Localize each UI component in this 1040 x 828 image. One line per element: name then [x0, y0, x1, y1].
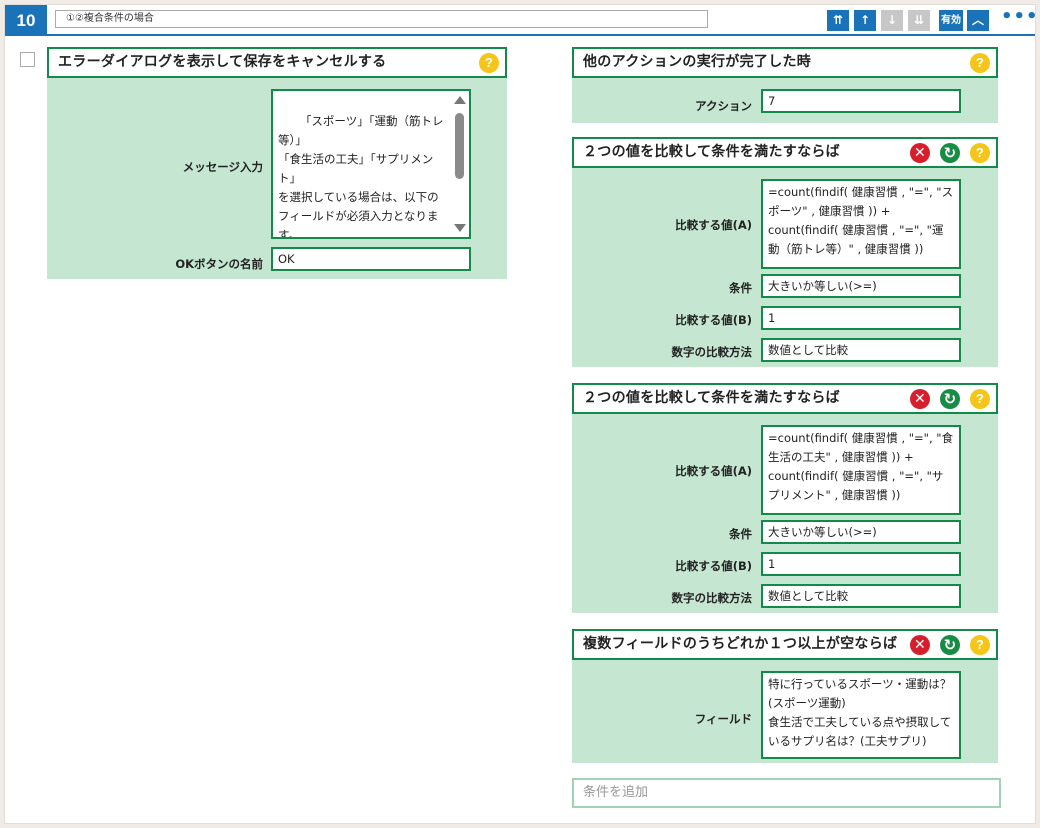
select-checkbox[interactable] — [20, 52, 35, 67]
field-label: 条件 — [729, 281, 752, 295]
help-icon[interactable]: ? — [479, 53, 499, 73]
condition-section: ２つの値を比較して条件を満たすならば ✕ ↻ ? 比較する値(A) =count… — [572, 137, 998, 367]
ok-button-name-label: OKボタンの名前 — [175, 257, 263, 271]
condition-title: ２つの値を比較して条件を満たすならば — [583, 144, 840, 160]
field-label: 数字の比較方法 — [671, 345, 753, 359]
condition-section: ２つの値を比較して条件を満たすならば ✕ ↻ ? 比較する値(A) =count… — [572, 383, 998, 613]
field-label: 比較する値(A) — [675, 218, 752, 232]
field-label: 比較する値(B) — [675, 313, 752, 327]
action-title-input[interactable]: ①②複合条件の場合 — [55, 10, 708, 28]
compare-method-field[interactable]: 数値として比較 — [761, 584, 961, 608]
condition-header: 複数フィールドのうちどれか１つ以上が空ならば ✕ ↻ ? — [572, 629, 998, 660]
move-down-button: ↓ — [881, 10, 903, 31]
condition-operator-field[interactable]: 大きいか等しい(>=) — [761, 274, 961, 298]
delete-icon[interactable]: ✕ — [910, 635, 930, 655]
move-top-button[interactable]: ⇈ — [827, 10, 849, 31]
condition-section: 他のアクションの実行が完了した時 ? アクション 7 — [572, 47, 998, 123]
delete-icon[interactable]: ✕ — [910, 143, 930, 163]
ok-button-name-field[interactable]: OK — [271, 247, 471, 271]
condition-operator-field[interactable]: 大きいか等しい(>=) — [761, 520, 961, 544]
scroll-down-icon[interactable] — [454, 224, 466, 232]
action-number-field[interactable]: 7 — [761, 89, 961, 113]
more-options-icon[interactable]: ••• — [1001, 8, 1038, 30]
message-text: 「スポーツ」「運動（筋トレ等）」 「食生活の工夫」「サプリメント」 を選択してい… — [278, 114, 444, 239]
collapse-button[interactable]: ︿ — [967, 10, 989, 31]
enabled-toggle-button[interactable]: 有効 — [939, 10, 963, 31]
compare-value-b-field[interactable]: 1 — [761, 306, 961, 330]
condition-header: ２つの値を比較して条件を満たすならば ✕ ↻ ? — [572, 137, 998, 168]
condition-header: 他のアクションの実行が完了した時 ? — [572, 47, 998, 78]
condition-header: ２つの値を比較して条件を満たすならば ✕ ↻ ? — [572, 383, 998, 414]
move-bottom-button: ⇊ — [908, 10, 930, 31]
condition-title: 他のアクションの実行が完了した時 — [583, 54, 812, 70]
refresh-icon[interactable]: ↻ — [940, 389, 960, 409]
action-header-bar: 10 ①②複合条件の場合 ⇈ ↑ ↓ ⇊ 有効 ︿ ••• — [5, 5, 1038, 36]
refresh-icon[interactable]: ↻ — [940, 143, 960, 163]
action-editor-frame: 10 ①②複合条件の場合 ⇈ ↑ ↓ ⇊ 有効 ︿ ••• エラーダイアログを表… — [4, 4, 1038, 824]
scroll-thumb[interactable] — [455, 113, 464, 179]
condition-section: 複数フィールドのうちどれか１つ以上が空ならば ✕ ↻ ? フィールド 特に行って… — [572, 629, 998, 763]
action-section-header: エラーダイアログを表示して保存をキャンセルする ? — [47, 47, 507, 78]
action-section: エラーダイアログを表示して保存をキャンセルする ? メッセージ入力 「スポーツ」… — [47, 47, 507, 279]
message-label: メッセージ入力 — [182, 160, 263, 174]
field-label: 比較する値(A) — [675, 464, 752, 478]
message-textarea[interactable]: 「スポーツ」「運動（筋トレ等）」 「食生活の工夫」「サプリメント」 を選択してい… — [271, 89, 471, 239]
field-label: アクション — [695, 99, 752, 113]
compare-value-b-field[interactable]: 1 — [761, 552, 961, 576]
field-label: 条件 — [729, 527, 752, 541]
compare-value-a-field[interactable]: =count(findif( 健康習慣 , "=", "スポーツ" , 健康習慣… — [761, 179, 961, 269]
scroll-up-icon[interactable] — [454, 96, 466, 104]
action-number: 10 — [5, 5, 47, 36]
help-icon[interactable]: ? — [970, 389, 990, 409]
compare-method-field[interactable]: 数値として比較 — [761, 338, 961, 362]
help-icon[interactable]: ? — [970, 635, 990, 655]
add-condition-input[interactable]: 条件を追加 — [572, 778, 1001, 808]
move-up-button[interactable]: ↑ — [854, 10, 876, 31]
message-scrollbar[interactable] — [453, 93, 467, 235]
action-section-title: エラーダイアログを表示して保存をキャンセルする — [58, 54, 387, 70]
compare-value-a-field[interactable]: =count(findif( 健康習慣 , "=", "食生活の工夫" , 健康… — [761, 425, 961, 515]
field-label: 数字の比較方法 — [671, 591, 753, 605]
field-label: フィールド — [694, 712, 752, 726]
field-label: 比較する値(B) — [675, 559, 752, 573]
refresh-icon[interactable]: ↻ — [940, 635, 960, 655]
condition-title: ２つの値を比較して条件を満たすならば — [583, 390, 840, 406]
help-icon[interactable]: ? — [970, 53, 990, 73]
help-icon[interactable]: ? — [970, 143, 990, 163]
delete-icon[interactable]: ✕ — [910, 389, 930, 409]
condition-title: 複数フィールドのうちどれか１つ以上が空ならば — [583, 636, 898, 652]
empty-check-fields[interactable]: 特に行っているスポーツ・運動は？(スポーツ運動) 食生活で工夫している点や摂取し… — [761, 671, 961, 759]
